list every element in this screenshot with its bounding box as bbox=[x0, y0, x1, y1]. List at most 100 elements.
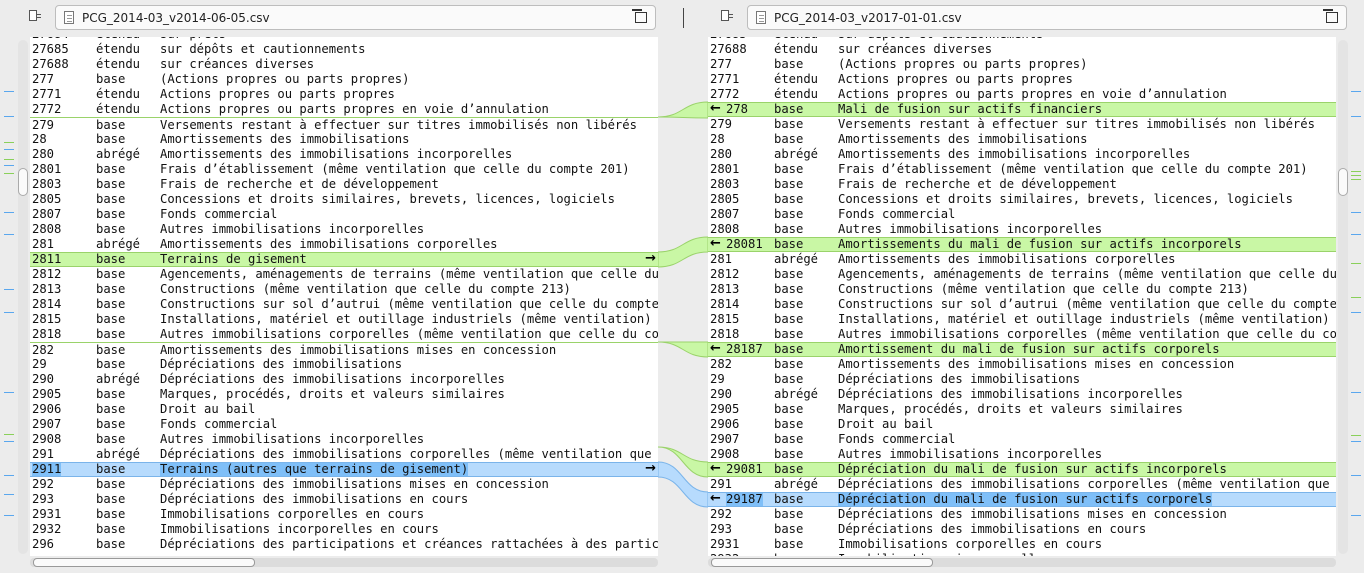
diff-line[interactable]: 2805 base Concessions et droits similaires… bbox=[708, 192, 1336, 207]
left-horizontal-scrollbar[interactable] bbox=[30, 558, 658, 567]
line-label: Actions propres ou parts propres en voie… bbox=[838, 87, 1227, 101]
diff-line[interactable]: 2808 base Autres immobilisations incorpore… bbox=[30, 222, 658, 237]
diff-line[interactable]: 2815 base Installations, matériel et outil… bbox=[708, 312, 1336, 327]
diff-line[interactable]: 2801 base Frais d’établissement (même vent… bbox=[708, 162, 1336, 177]
diff-line[interactable]: 282 base Amortissements des immobilisation… bbox=[708, 357, 1336, 372]
diff-line[interactable]: 292 base Dépréciations des immobilisations… bbox=[30, 477, 658, 492]
line-code: 2818 bbox=[32, 327, 62, 341]
diff-line[interactable]: 2812 base Agencements, aménagements de ter… bbox=[30, 267, 658, 282]
diff-line[interactable]: 2932 base Immobilisations incorporelles en… bbox=[708, 552, 1336, 556]
diff-connector-gap bbox=[658, 37, 708, 556]
diff-line[interactable]: 2911 base Terrains (autres que terrains de… bbox=[30, 462, 658, 477]
diff-line[interactable]: 28 base Amortissements des immobilisations bbox=[30, 132, 658, 147]
right-vertical-scrollbar[interactable] bbox=[1338, 40, 1348, 554]
line-level: abrégé bbox=[774, 387, 819, 401]
copy-left-arrow-icon[interactable]: ← bbox=[710, 492, 721, 505]
copy-right-arrow-icon[interactable]: → bbox=[645, 462, 656, 475]
copy-left-arrow-icon[interactable]: ← bbox=[710, 342, 721, 355]
diff-line[interactable]: 290 abrégé Dépréciations des immobilisatio… bbox=[30, 372, 658, 387]
diff-line[interactable]: 2801 base Frais d’établissement (même vent… bbox=[30, 162, 658, 177]
diff-line[interactable]: 280 abrégé Amortissements des immobilisati… bbox=[30, 147, 658, 162]
copy-left-arrow-icon[interactable]: ← bbox=[710, 237, 721, 250]
diff-line[interactable]: 2812 base Agencements, aménagements de ter… bbox=[708, 267, 1336, 282]
diff-line[interactable]: 291 abrégé Dépréciations des immobilisatio… bbox=[30, 447, 658, 462]
diff-line[interactable]: 2932 base Immobilisations incorporelles en… bbox=[30, 522, 658, 537]
diff-line[interactable]: 2818 base Autres immobilisations corporell… bbox=[30, 327, 658, 342]
diff-line[interactable]: 29187 base Dépréciation du mali de fusion … bbox=[708, 492, 1336, 507]
left-file-selector[interactable]: PCG_2014-03_v2014-06-05.csv bbox=[55, 5, 656, 30]
left-horizontal-scroll-thumb[interactable] bbox=[33, 558, 255, 567]
left-vertical-scroll-thumb[interactable] bbox=[18, 168, 28, 196]
diff-line[interactable]: 2907 base Fonds commercial bbox=[708, 432, 1336, 447]
diff-line[interactable]: 2814 base Constructions sur sol d’autrui (… bbox=[708, 297, 1336, 312]
diff-line[interactable]: 29 base Dépréciations des immobilisations bbox=[708, 372, 1336, 387]
diff-line[interactable]: 2805 base Concessions et droits similaires… bbox=[30, 192, 658, 207]
diff-line[interactable]: 292 base Dépréciations des immobilisations… bbox=[708, 507, 1336, 522]
diff-line[interactable]: 2813 base Constructions (même ventilation … bbox=[708, 282, 1336, 297]
diff-line[interactable]: 27688 étendu sur créances diverses bbox=[708, 42, 1336, 57]
left-overview-strip[interactable] bbox=[0, 37, 16, 556]
diff-line[interactable]: 2907 base Fonds commercial bbox=[30, 417, 658, 432]
diff-line[interactable]: 2905 base Marques, procédés, droits et val… bbox=[30, 387, 658, 402]
diff-line[interactable]: 282 base Amortissements des immobilisation… bbox=[30, 342, 658, 357]
diff-line[interactable]: 2803 base Frais de recherche et de dévelop… bbox=[30, 177, 658, 192]
right-pane-options-icon[interactable] bbox=[721, 10, 733, 22]
diff-line[interactable]: 279 base Versements restant à effectuer su… bbox=[708, 117, 1336, 132]
diff-line[interactable]: 28 base Amortissements des immobilisations bbox=[708, 132, 1336, 147]
right-horizontal-scroll-thumb[interactable] bbox=[711, 558, 933, 567]
right-overview-strip[interactable] bbox=[1349, 37, 1364, 556]
diff-line[interactable]: 2931 base Immobilisations corporelles en c… bbox=[30, 507, 658, 522]
diff-line[interactable]: 2771 étendu Actions propres ou parts propr… bbox=[708, 72, 1336, 87]
diff-line[interactable]: 2815 base Installations, matériel et outil… bbox=[30, 312, 658, 327]
diff-line[interactable]: 2808 base Autres immobilisations incorpore… bbox=[708, 222, 1336, 237]
diff-line[interactable]: 281 abrégé Amortissements des immobilisati… bbox=[30, 237, 658, 252]
diff-line[interactable]: 2814 base Constructions sur sol d’autrui (… bbox=[30, 297, 658, 312]
line-code: 29187 bbox=[726, 492, 763, 506]
diff-line[interactable]: 2906 base Droit au bail bbox=[30, 402, 658, 417]
diff-line[interactable]: 2905 base Marques, procédés, droits et val… bbox=[708, 402, 1336, 417]
right-file-selector[interactable]: PCG_2014-03_v2017-01-01.csv bbox=[747, 5, 1347, 30]
diff-line[interactable]: 2908 base Autres immobilisations incorpore… bbox=[30, 432, 658, 447]
diff-line[interactable]: 2772 étendu Actions propres ou parts propr… bbox=[708, 87, 1336, 102]
diff-line[interactable]: 2803 base Frais de recherche et de dévelop… bbox=[708, 177, 1336, 192]
diff-line[interactable]: 29081 base Dépréciation du mali de fusion … bbox=[708, 462, 1336, 477]
left-pane-options-icon[interactable] bbox=[29, 10, 41, 22]
diff-line[interactable]: 281 abrégé Amortissements des immobilisati… bbox=[708, 252, 1336, 267]
diff-line[interactable]: 27688 étendu sur créances diverses bbox=[30, 57, 658, 72]
diff-line[interactable]: 2807 base Fonds commercial bbox=[30, 207, 658, 222]
left-text-pane[interactable]: 27684étendusur prêts27685étendusur dépôt… bbox=[30, 37, 658, 556]
left-open-file-icon[interactable] bbox=[632, 9, 647, 23]
right-text-pane[interactable]: 27685étendusur dépôts et cautionnements2… bbox=[708, 37, 1336, 556]
copy-left-arrow-icon[interactable]: ← bbox=[710, 102, 721, 115]
diff-line[interactable]: 2906 base Droit au bail bbox=[708, 417, 1336, 432]
diff-line[interactable]: 28187 base Amortissement du mali de fusion… bbox=[708, 342, 1336, 357]
diff-line[interactable]: 2931 base Immobilisations corporelles en c… bbox=[708, 537, 1336, 552]
diff-line[interactable]: 279 base Versements restant à effectuer su… bbox=[30, 117, 658, 132]
diff-line[interactable]: 2813 base Constructions (même ventilation … bbox=[30, 282, 658, 297]
diff-line[interactable]: 291 abrégé Dépréciations des immobilisatio… bbox=[708, 477, 1336, 492]
diff-line[interactable]: 293 base Dépréciations des immobilisations… bbox=[708, 522, 1336, 537]
diff-line[interactable]: 2772 étendu Actions propres ou parts propr… bbox=[30, 102, 658, 117]
diff-line[interactable]: 290 abrégé Dépréciations des immobilisatio… bbox=[708, 387, 1336, 402]
diff-line[interactable]: 2818 base Autres immobilisations corporell… bbox=[708, 327, 1336, 342]
diff-line[interactable]: 28081 base Amortissements du mali de fusio… bbox=[708, 237, 1336, 252]
diff-line[interactable]: 293 base Dépréciations des immobilisations… bbox=[30, 492, 658, 507]
diff-line[interactable]: 277 base (Actions propres ou parts propres… bbox=[30, 72, 658, 87]
diff-line[interactable]: 280 abrégé Amortissements des immobilisati… bbox=[708, 147, 1336, 162]
diff-line[interactable]: 29 base Dépréciations des immobilisations bbox=[30, 357, 658, 372]
diff-line[interactable]: 2807 base Fonds commercial bbox=[708, 207, 1336, 222]
right-vertical-scroll-thumb[interactable] bbox=[1338, 168, 1348, 196]
diff-line[interactable]: 27685 étendu sur dépôts et cautionnements bbox=[30, 42, 658, 57]
left-vertical-scrollbar[interactable] bbox=[18, 40, 28, 554]
line-level: base bbox=[774, 552, 803, 556]
right-open-file-icon[interactable] bbox=[1323, 9, 1338, 23]
diff-line[interactable]: 296 base Dépréciations des participations … bbox=[30, 537, 658, 552]
diff-line[interactable]: 2811 base Terrains de gisement → bbox=[30, 252, 658, 267]
diff-line[interactable]: 2771 étendu Actions propres ou parts propr… bbox=[30, 87, 658, 102]
copy-right-arrow-icon[interactable]: → bbox=[645, 252, 656, 265]
diff-line[interactable]: 2908 base Autres immobilisations incorpore… bbox=[708, 447, 1336, 462]
right-horizontal-scrollbar[interactable] bbox=[708, 558, 1336, 567]
copy-left-arrow-icon[interactable]: ← bbox=[710, 462, 721, 475]
diff-line[interactable]: 277 base (Actions propres ou parts propres… bbox=[708, 57, 1336, 72]
diff-line[interactable]: 278 base Mali de fusion sur actifs financi… bbox=[708, 102, 1336, 117]
